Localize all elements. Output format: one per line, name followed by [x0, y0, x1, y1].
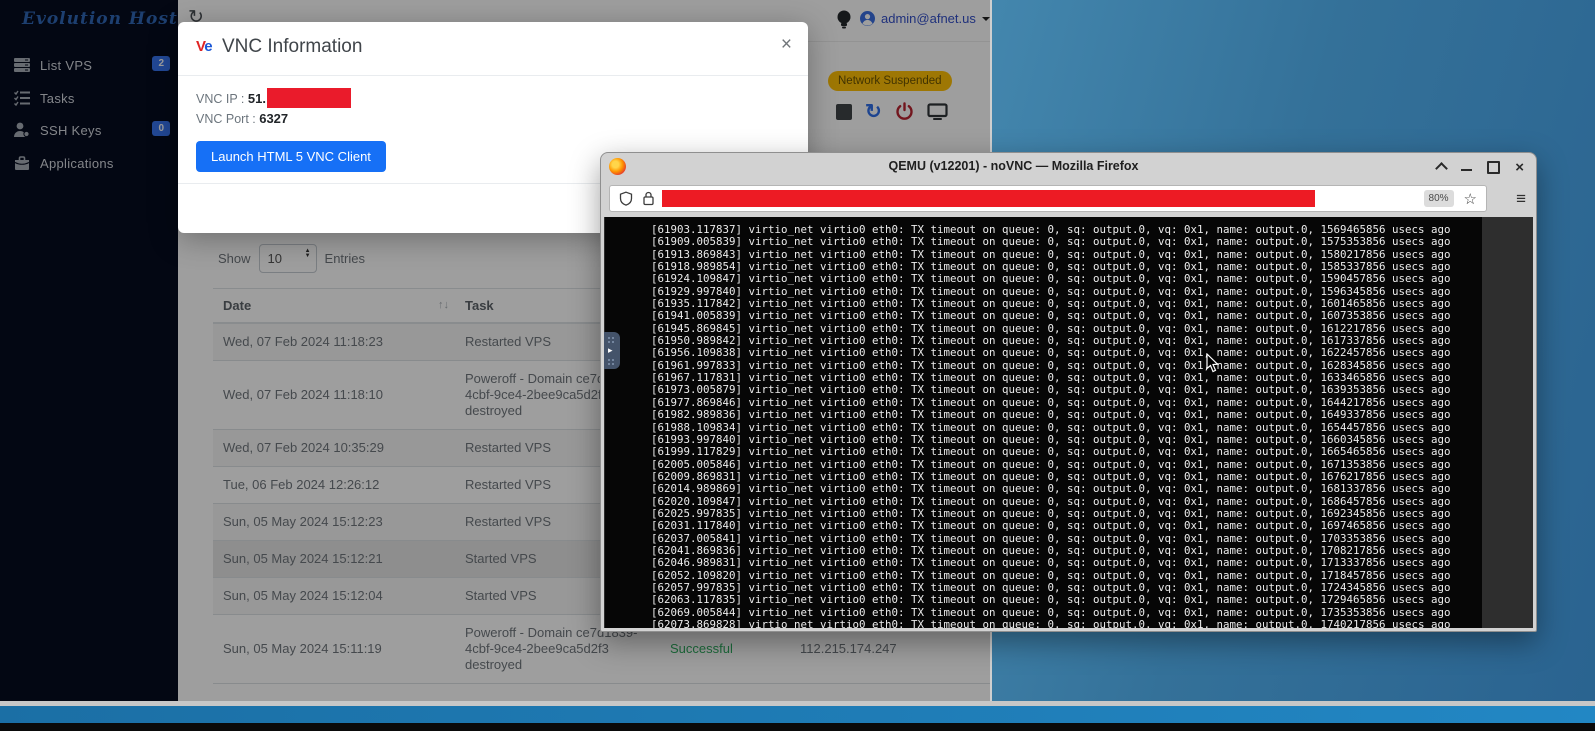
terminal-log: [61903.117837] virtio_net virtio0 eth0: …	[651, 224, 1451, 628]
close-icon[interactable]: ×	[781, 34, 792, 56]
desktop-strip	[0, 706, 1595, 723]
launch-vnc-client-button[interactable]: Launch HTML 5 VNC Client	[196, 141, 386, 172]
vnc-ip-prefix: 51.	[248, 91, 266, 106]
firefox-window: QEMU (v12201) - noVNC — Mozilla Firefox …	[600, 152, 1537, 632]
zoom-level-badge[interactable]: 80%	[1424, 190, 1454, 207]
vnc-ip-line: VNC IP : 51.	[196, 88, 790, 108]
vnc-port-line: VNC Port : 6327	[196, 111, 790, 126]
shield-icon[interactable]	[619, 191, 633, 206]
taskbar-edge	[0, 723, 1595, 731]
novnc-control-bar-handle[interactable]: ▸	[604, 332, 620, 369]
expand-arrow-icon: ▸	[608, 345, 613, 356]
firefox-titlebar[interactable]: QEMU (v12201) - noVNC — Mozilla Firefox …	[601, 153, 1536, 181]
modal-header: Ve VNC Information ×	[178, 22, 808, 76]
vnc-framebuffer[interactable]: [61903.117837] virtio_net virtio0 eth0: …	[605, 217, 1482, 628]
url-bar[interactable]: 80% ☆	[609, 185, 1487, 212]
redacted-url	[662, 190, 1315, 207]
novnc-viewport: [61903.117837] virtio_net virtio0 eth0: …	[604, 217, 1533, 628]
vnc-port-label: VNC Port :	[196, 112, 259, 126]
firefox-navbar: 80% ☆ ≡	[601, 181, 1536, 217]
minimize-icon[interactable]	[1461, 169, 1472, 171]
desktop: Evolution Host List VPS 2 Tasks	[0, 0, 1595, 731]
firefox-window-title: QEMU (v12201) - noVNC — Mozilla Firefox	[601, 159, 1536, 173]
lock-icon[interactable]	[643, 191, 654, 206]
close-window-icon[interactable]: ×	[1515, 160, 1524, 175]
shade-window-icon[interactable]	[1435, 162, 1448, 175]
window-controls: ×	[1437, 153, 1524, 181]
redacted-ip	[267, 88, 351, 108]
vnc-logo-icon: Ve	[196, 38, 212, 55]
mouse-cursor	[1206, 353, 1220, 373]
maximize-icon[interactable]	[1487, 161, 1500, 174]
modal-title: VNC Information	[222, 36, 362, 58]
vnc-ip-label: VNC IP :	[196, 92, 248, 106]
bookmark-star-icon[interactable]: ☆	[1464, 190, 1477, 208]
hamburger-menu-icon[interactable]: ≡	[1516, 189, 1526, 209]
vnc-port-value: 6327	[259, 111, 288, 126]
